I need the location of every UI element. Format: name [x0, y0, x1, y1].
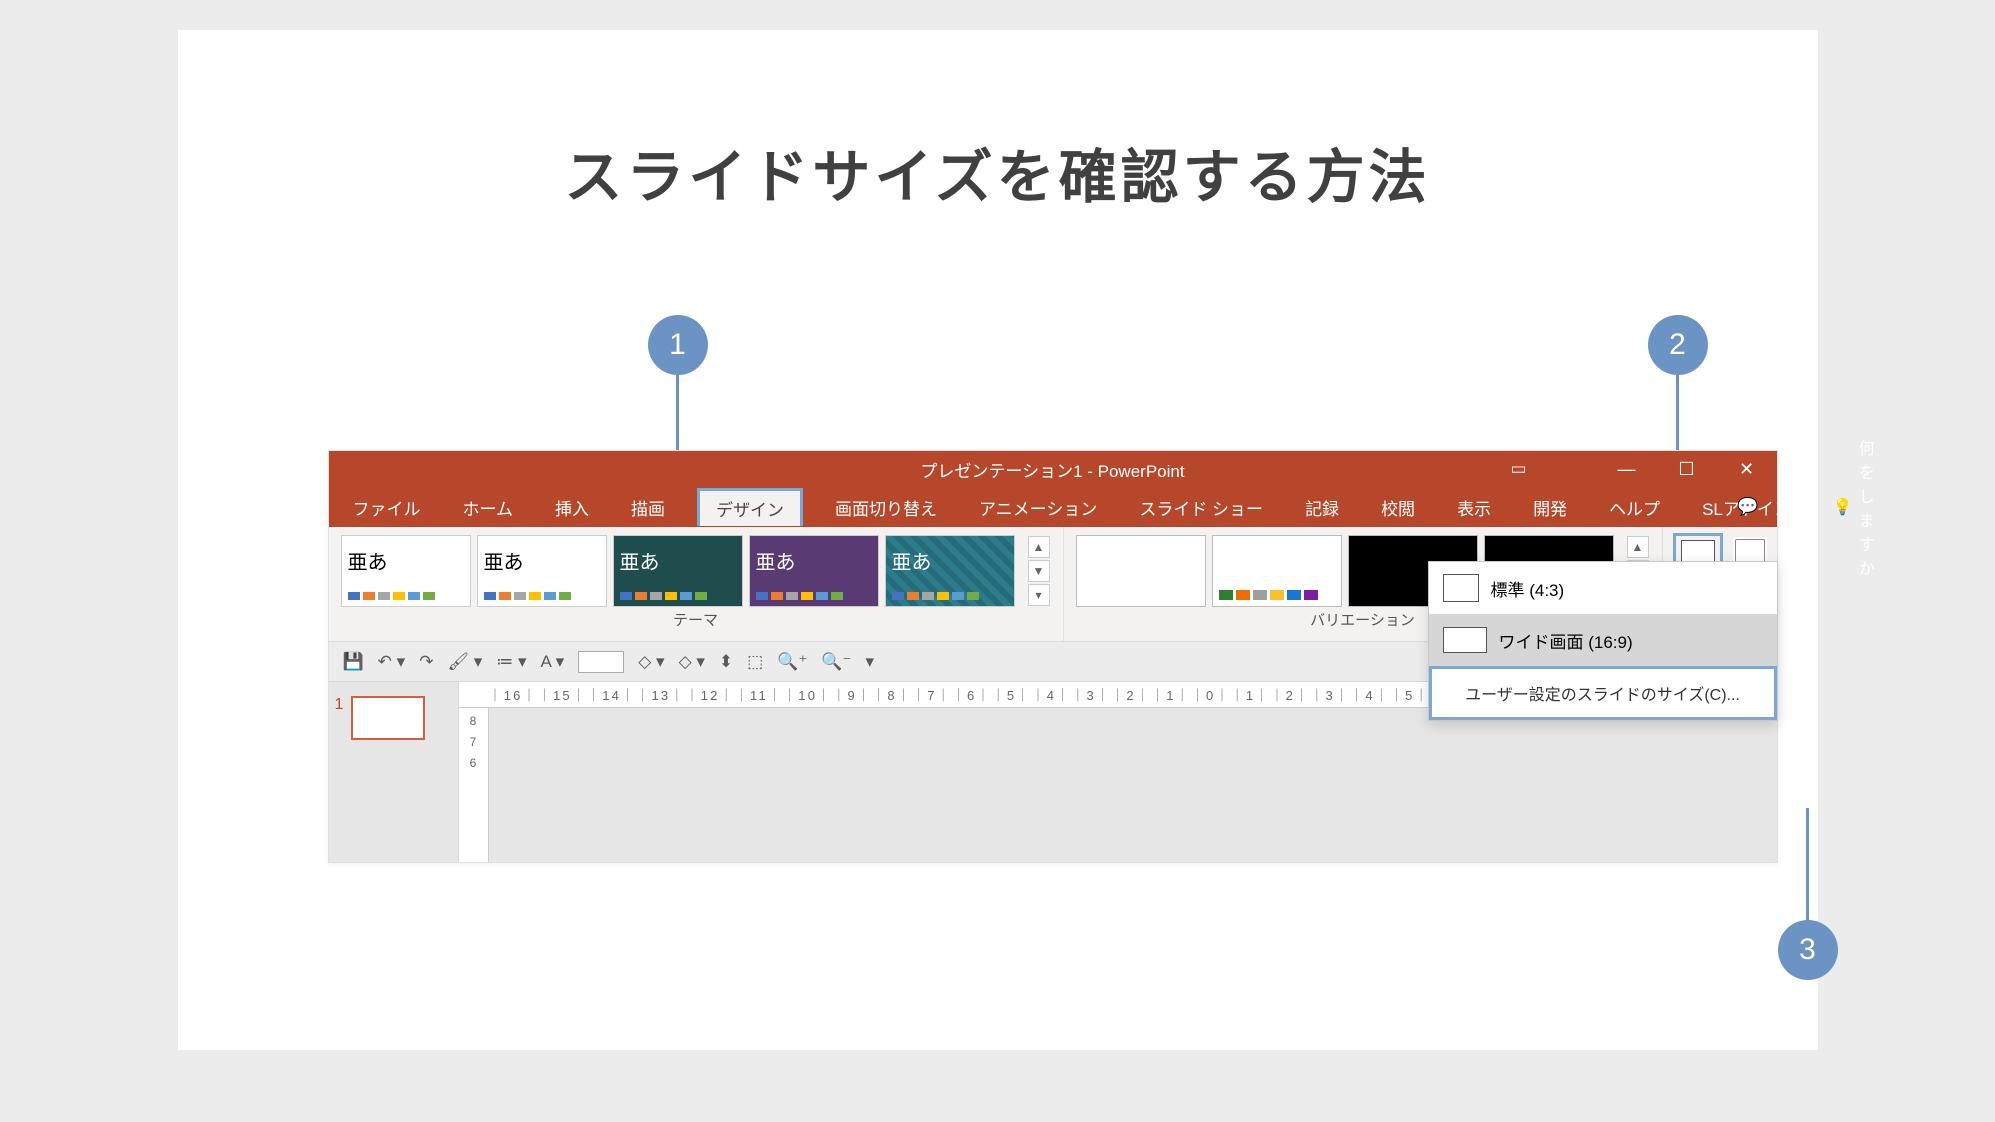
- tab-file[interactable]: ファイル: [343, 489, 431, 526]
- tab-design[interactable]: デザイン: [697, 488, 803, 526]
- option-custom-slide-size[interactable]: ユーザー設定のスライドのサイズ(C)...: [1429, 666, 1777, 720]
- option-wide-label: ワイド画面 (16:9): [1499, 628, 1633, 653]
- ruler-v-tick: 6: [470, 756, 477, 770]
- ribbon-tabs: ファイル ホーム 挿入 描画 デザイン 画面切り替え アニメーション スライド …: [329, 487, 1777, 527]
- ruler-v-tick: 8: [470, 714, 477, 728]
- page-title: スライドサイズを確認する方法: [178, 130, 1818, 214]
- option-standard-label: 標準 (4:3): [1491, 576, 1565, 601]
- expand-icon[interactable]: ▾: [1028, 584, 1050, 606]
- tab-insert[interactable]: 挿入: [545, 489, 599, 526]
- option-standard-4-3[interactable]: 標準 (4:3): [1429, 562, 1777, 614]
- undo-icon[interactable]: ↶ ▾: [378, 652, 406, 672]
- window-title: プレゼンテーション1 - PowerPoint: [920, 457, 1184, 482]
- theme-sample-text: 亜あ: [348, 546, 464, 575]
- theme-sample-text: 亜あ: [620, 546, 736, 575]
- tab-transitions[interactable]: 画面切り替え: [825, 489, 947, 526]
- zoom-out-icon[interactable]: 🔍⁻: [821, 652, 851, 672]
- lightbulb-icon: 💡: [1833, 497, 1853, 517]
- themes-group-label: テーマ: [341, 609, 1051, 630]
- crop-icon[interactable]: ⬚: [747, 652, 763, 672]
- tab-draw[interactable]: 描画: [621, 489, 675, 526]
- format-painter-icon[interactable]: 🖌 ▾: [447, 652, 482, 672]
- tab-animations[interactable]: アニメーション: [969, 489, 1107, 526]
- tab-developer[interactable]: 開発: [1523, 489, 1577, 526]
- scroll-up-icon[interactable]: ▲: [1028, 536, 1050, 558]
- theme-2[interactable]: 亜あ: [477, 535, 607, 607]
- maximize-button[interactable]: ☐: [1657, 451, 1717, 487]
- callout-1: 1: [648, 315, 708, 375]
- font-fill-box[interactable]: [578, 651, 624, 673]
- ratio-16-9-icon: [1443, 627, 1487, 653]
- ratio-4-3-icon: [1443, 574, 1479, 602]
- align-icon[interactable]: ⬍: [719, 652, 733, 672]
- slide-mini-preview: [351, 696, 425, 740]
- callout-3: 3: [1778, 920, 1838, 980]
- tell-me-search[interactable]: 💡 何をしますか: [1833, 435, 1875, 579]
- scroll-up-icon[interactable]: ▲: [1627, 536, 1649, 558]
- theme-4[interactable]: 亜あ: [749, 535, 879, 607]
- variant-1[interactable]: [1076, 535, 1206, 607]
- theme-sample-text: 亜あ: [756, 546, 872, 575]
- scroll-down-icon[interactable]: ▼: [1028, 560, 1050, 582]
- tab-home[interactable]: ホーム: [453, 489, 524, 526]
- themes-scroll[interactable]: ▲ ▼ ▾: [1027, 535, 1051, 607]
- slide-number: 1: [335, 696, 344, 714]
- font-color-icon[interactable]: A ▾: [541, 652, 565, 672]
- theme-sample-text: 亜あ: [892, 546, 1008, 575]
- slide-thumbnail-1[interactable]: 1: [335, 696, 452, 740]
- tab-help[interactable]: ヘルプ: [1599, 489, 1670, 526]
- slide-thumbnail-panel: 1: [329, 682, 459, 862]
- slide-size-dropdown: 標準 (4:3) ワイド画面 (16:9) ユーザー設定のスライドのサイズ(C)…: [1428, 561, 1778, 721]
- tell-me-label: 何をしますか: [1859, 435, 1875, 579]
- zoom-in-icon[interactable]: 🔍⁺: [777, 652, 807, 672]
- slide-canvas[interactable]: [489, 708, 1777, 862]
- callout-2: 2: [1648, 315, 1708, 375]
- bullets-icon[interactable]: ≔ ▾: [496, 652, 526, 672]
- theme-5[interactable]: 亜あ: [885, 535, 1015, 607]
- comments-icon[interactable]: 💬: [1737, 497, 1758, 517]
- shape-fill-icon[interactable]: ◇ ▾: [638, 652, 664, 672]
- title-bar: プレゼンテーション1 - PowerPoint ▭ — ☐ ✕: [329, 451, 1777, 487]
- variant-2[interactable]: [1212, 535, 1342, 607]
- option-widescreen-16-9[interactable]: ワイド画面 (16:9): [1429, 614, 1777, 666]
- shape-outline-icon[interactable]: ◇ ▾: [679, 652, 705, 672]
- theme-3[interactable]: 亜あ: [613, 535, 743, 607]
- minimize-button[interactable]: —: [1597, 451, 1657, 487]
- ribbon-display-options-icon[interactable]: ▭: [1510, 459, 1526, 479]
- ruler-v-tick: 7: [470, 735, 477, 749]
- qat-more-icon[interactable]: ▾: [866, 652, 875, 672]
- vertical-ruler: 8 7 6: [459, 708, 489, 862]
- tab-view[interactable]: 表示: [1447, 489, 1501, 526]
- tab-record[interactable]: 記録: [1295, 489, 1349, 526]
- theme-sample-text: 亜あ: [484, 546, 600, 575]
- close-button[interactable]: ✕: [1717, 451, 1777, 487]
- theme-office[interactable]: 亜あ: [341, 535, 471, 607]
- tab-review[interactable]: 校閲: [1371, 489, 1425, 526]
- save-icon[interactable]: 💾: [343, 652, 364, 672]
- tab-slideshow[interactable]: スライド ショー: [1129, 489, 1273, 526]
- callout-3-line: [1806, 808, 1809, 922]
- themes-group: 亜あ 亜あ 亜あ 亜あ: [329, 527, 1064, 641]
- redo-icon[interactable]: ↷: [419, 652, 433, 672]
